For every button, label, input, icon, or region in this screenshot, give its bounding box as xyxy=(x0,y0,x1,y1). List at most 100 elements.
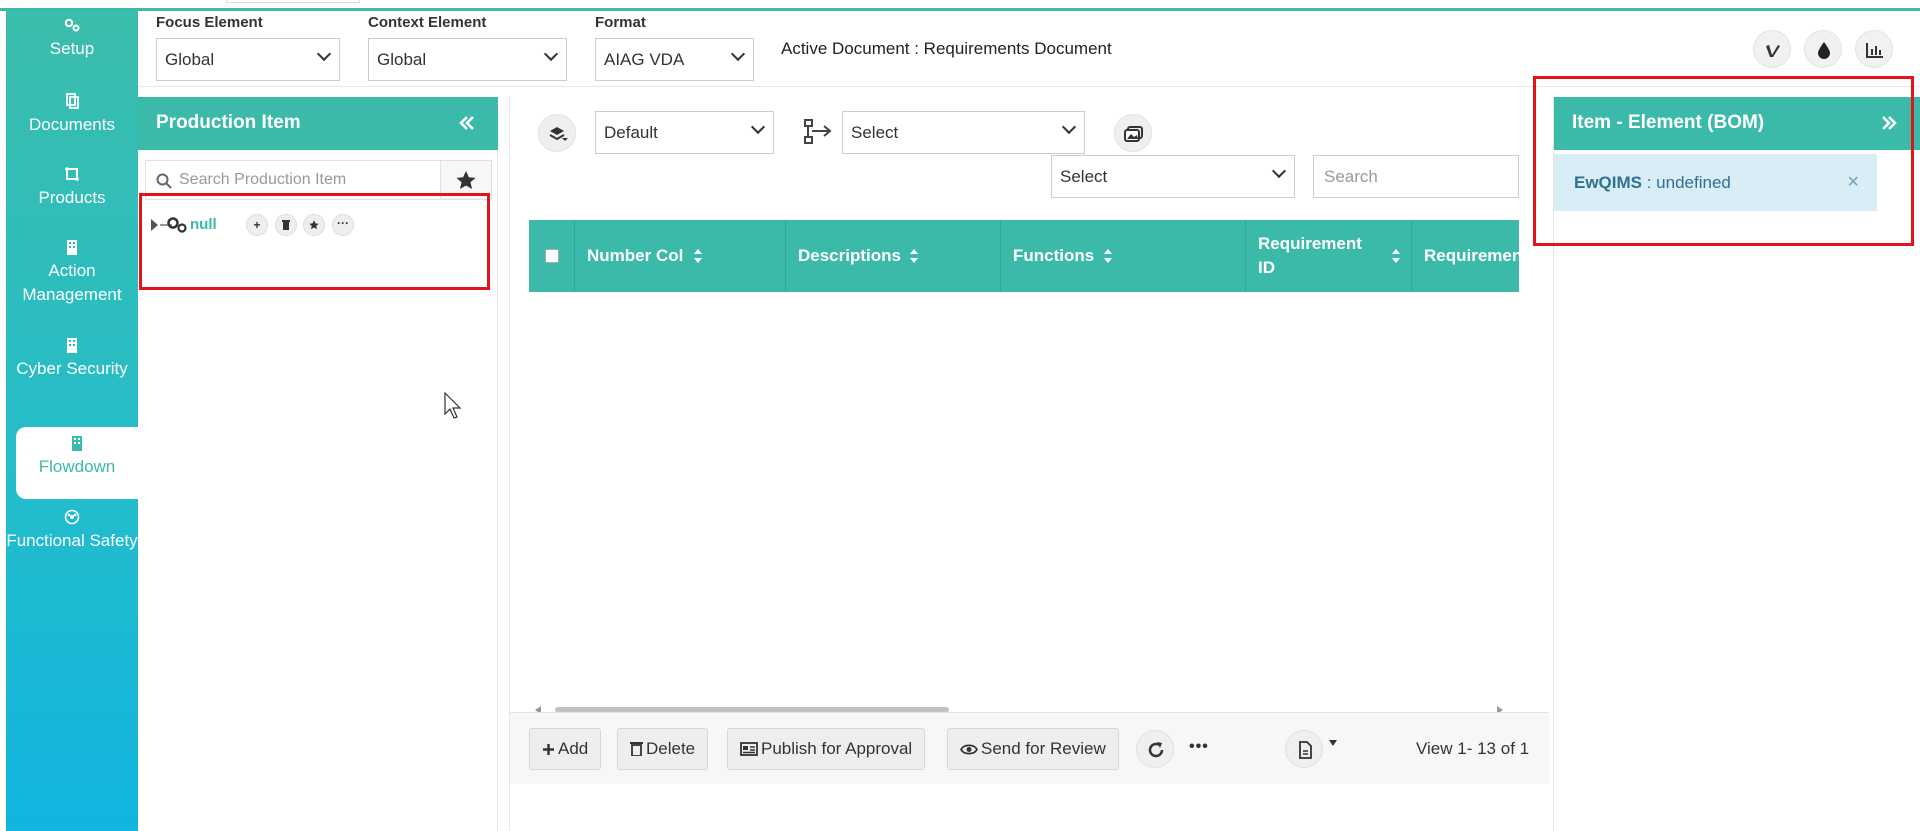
sidebar-item-cyber-security[interactable]: Cyber Security xyxy=(6,337,138,381)
biohazard-icon xyxy=(64,509,80,525)
context-element-label: Context Element xyxy=(368,14,487,31)
vimeo-button[interactable] xyxy=(1753,30,1791,68)
add-button[interactable]: Add xyxy=(529,728,602,770)
column-header-label: Number Col xyxy=(587,246,684,265)
products-icon xyxy=(65,167,79,181)
column-header-label: Descriptions xyxy=(798,246,901,265)
top-accent-line xyxy=(0,8,1920,11)
delete-button-label: Delete xyxy=(646,739,696,758)
publish-for-approval-button[interactable]: Publish for Approval xyxy=(727,728,926,770)
chart-button[interactable] xyxy=(1855,30,1893,68)
sidebar-item-flowdown[interactable]: Flowdown xyxy=(16,427,138,499)
eye-icon xyxy=(959,744,979,755)
refresh-icon xyxy=(1148,742,1164,758)
sidebar-item-label: Products xyxy=(38,188,106,207)
trash-icon xyxy=(630,742,643,757)
filter-select[interactable]: Select xyxy=(1051,155,1295,198)
context-element-select[interactable]: Global xyxy=(368,38,567,81)
images-icon xyxy=(1124,126,1143,142)
grid-header: Number Col Descriptions Functions Requir… xyxy=(529,220,1519,292)
pagination-info: View 1- 13 of 1 xyxy=(1416,739,1530,758)
flow-select[interactable]: Select xyxy=(842,111,1085,154)
bar-chart-icon xyxy=(1866,43,1883,58)
add-button-label: Add xyxy=(558,739,589,758)
production-item-header: Production Item xyxy=(138,97,498,150)
sort-icon[interactable] xyxy=(1391,248,1401,264)
send-for-review-button[interactable]: Send for Review xyxy=(947,728,1119,770)
sidebar-item-action-management[interactable]: Action Management xyxy=(6,239,138,307)
gears-icon xyxy=(64,18,80,32)
view-select[interactable]: Default xyxy=(595,111,774,154)
sidebar-item-documents[interactable]: Documents xyxy=(6,93,138,137)
format-value: AIAG VDA xyxy=(604,50,685,69)
sort-icon[interactable] xyxy=(1103,248,1113,264)
context-element-value: Global xyxy=(377,50,427,69)
sort-icon[interactable] xyxy=(693,248,703,264)
sidebar-item-label: Documents xyxy=(29,115,115,134)
vimeo-icon xyxy=(1766,45,1780,57)
mouse-cursor-icon xyxy=(444,392,462,419)
publish-button-label: Publish for Approval xyxy=(761,739,913,758)
sidebar-item-label: Flowdown xyxy=(38,457,116,476)
column-header-requirement-id[interactable]: Requirement ID xyxy=(1246,220,1412,292)
documents-icon xyxy=(66,93,79,109)
caret-down-icon[interactable] xyxy=(1328,739,1338,747)
sidebar-item-functional-safety[interactable]: Functional Safety xyxy=(6,509,138,553)
layers-icon xyxy=(549,127,568,141)
focus-element-label: Focus Element xyxy=(156,14,263,31)
production-item-title: Production Item xyxy=(156,112,301,133)
building-icon xyxy=(67,240,77,255)
plus-icon xyxy=(543,744,554,755)
sidebar-item-setup[interactable]: Setup xyxy=(6,17,138,61)
view-select-value: Default xyxy=(604,123,658,142)
theme-button[interactable] xyxy=(1804,30,1842,68)
chevron-down-icon xyxy=(1271,163,1287,179)
search-icon xyxy=(156,173,172,189)
flowchart-icon xyxy=(804,119,832,144)
column-header-descriptions[interactable]: Descriptions xyxy=(786,220,1001,292)
sort-icon[interactable] xyxy=(909,248,919,264)
focus-element-value: Global xyxy=(165,50,215,69)
focus-element-select[interactable]: Global xyxy=(156,38,340,81)
select-all-checkbox[interactable] xyxy=(545,249,559,263)
grid-search-input[interactable]: Search xyxy=(1313,155,1519,198)
refresh-button[interactable] xyxy=(1136,730,1174,768)
column-header-label: Functions xyxy=(1013,246,1095,265)
review-button-label: Send for Review xyxy=(981,739,1106,758)
sidebar-item-label: Setup xyxy=(49,39,95,58)
chevron-down-icon xyxy=(750,119,766,135)
newspaper-icon xyxy=(740,742,758,756)
active-document-label: Active Document : Requirements Document xyxy=(781,39,1112,58)
more-actions-button[interactable]: ••• xyxy=(1189,738,1209,756)
format-label: Format xyxy=(595,14,646,31)
highlight-box xyxy=(139,193,490,290)
sidebar: Setup Documents Products Action Manageme… xyxy=(6,11,138,831)
column-header-number-col[interactable]: Number Col xyxy=(575,220,786,292)
sidebar-item-label: Cyber Security xyxy=(16,359,128,378)
top-tab xyxy=(226,0,360,3)
sidebar-item-label: Action Management xyxy=(22,261,122,304)
column-header-label: Requirement ID xyxy=(1258,234,1362,277)
export-button[interactable] xyxy=(1285,730,1323,768)
images-button[interactable] xyxy=(1114,114,1152,152)
flow-select-value: Select xyxy=(851,123,899,142)
chevron-down-icon xyxy=(730,46,746,62)
delete-button[interactable]: Delete xyxy=(617,728,709,770)
grid-search-placeholder: Search xyxy=(1324,167,1378,186)
filter-select-value: Select xyxy=(1060,167,1108,186)
layers-button[interactable] xyxy=(538,114,576,152)
sidebar-item-label: Functional Safety xyxy=(6,531,138,550)
search-placeholder: Search Production Item xyxy=(179,171,347,188)
column-header-label: Requirement xyxy=(1424,246,1519,265)
highlight-box xyxy=(1533,76,1914,246)
format-select[interactable]: AIAG VDA xyxy=(595,38,754,81)
droplet-icon xyxy=(1818,42,1830,59)
select-all-cell xyxy=(529,220,575,292)
sidebar-item-products[interactable]: Products xyxy=(6,166,138,210)
column-header-requirement[interactable]: Requirement xyxy=(1412,220,1519,292)
collapse-left-icon[interactable] xyxy=(458,115,476,131)
chevron-down-icon xyxy=(316,46,332,62)
chevron-down-icon xyxy=(543,46,559,62)
column-header-functions[interactable]: Functions xyxy=(1001,220,1246,292)
building-icon xyxy=(72,436,82,451)
